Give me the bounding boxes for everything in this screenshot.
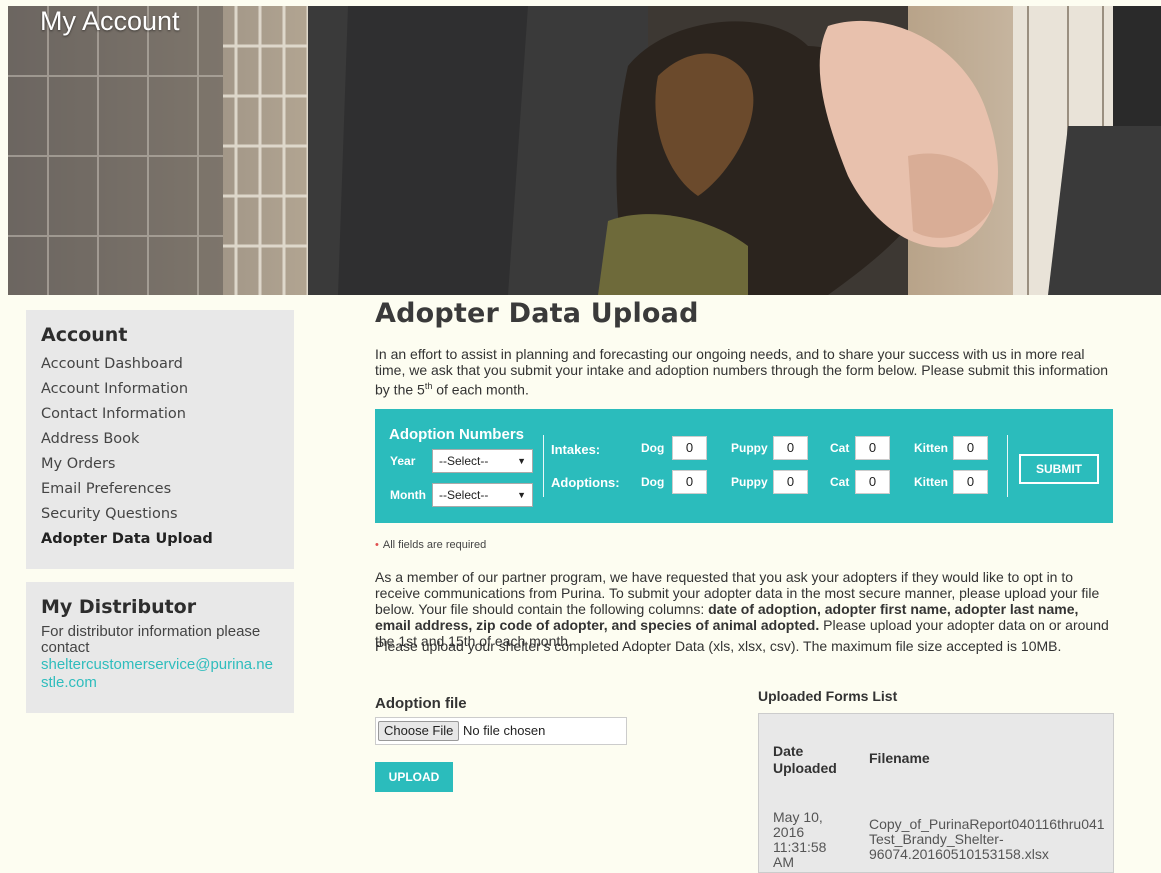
required-note: • All fields are required: [375, 539, 487, 551]
file-status: No file chosen: [463, 723, 546, 738]
distributor-text: For distributor information please conta…: [41, 623, 261, 656]
adoptions-label: Adoptions:: [551, 475, 620, 490]
distributor-heading: My Distributor: [41, 596, 197, 618]
adoptions-puppy-input[interactable]: 0: [773, 470, 808, 494]
distributor-box: My Distributor For distributor informati…: [26, 582, 294, 713]
choose-file-button[interactable]: Choose File: [378, 721, 460, 741]
adoptions-dog-label: Dog: [641, 475, 665, 489]
file-input[interactable]: Choose File No file chosen: [375, 717, 627, 745]
adoptions-dog-input[interactable]: 0: [672, 470, 707, 494]
sidebar-item-security-questions[interactable]: Security Questions: [41, 502, 279, 527]
distributor-email-link[interactable]: sheltercustomerservice@purina.nestle.com: [41, 656, 273, 691]
adoptions-cat-label: Cat: [830, 475, 850, 489]
uploaded-forms-heading: Uploaded Forms List: [758, 688, 898, 704]
account-heading: Account: [41, 324, 128, 346]
hero-title: My Account: [40, 6, 180, 36]
submit-button[interactable]: SUBMIT: [1019, 454, 1099, 484]
adoptions-cat-input[interactable]: 0: [855, 470, 890, 494]
adoption-numbers-form: Adoption Numbers Year --Select-- ▼ Month …: [375, 409, 1113, 523]
account-nav: Account Account Dashboard Account Inform…: [26, 310, 294, 569]
intakes-dog-label: Dog: [641, 441, 665, 455]
required-dot-icon: •: [375, 539, 379, 551]
divider: [1007, 435, 1008, 497]
intakes-dog-input[interactable]: 0: [672, 436, 707, 460]
intakes-cat-input[interactable]: 0: [855, 436, 890, 460]
chevron-down-icon: ▼: [517, 456, 526, 466]
upload-button[interactable]: UPLOAD: [375, 762, 453, 792]
adoption-file-heading: Adoption file: [375, 695, 467, 712]
main-content: Adopter Data Upload In an effort to assi…: [375, 296, 1125, 873]
column-header-date: Date Uploaded: [773, 743, 837, 776]
intakes-puppy-label: Puppy: [731, 441, 768, 455]
intakes-kitten-label: Kitten: [914, 441, 948, 455]
table-row-date: May 10, 2016 11:31:58 AM: [773, 809, 827, 870]
sidebar-item-account-information[interactable]: Account Information: [41, 377, 279, 402]
sidebar-item-contact-information[interactable]: Contact Information: [41, 402, 279, 427]
sidebar-item-email-preferences[interactable]: Email Preferences: [41, 477, 279, 502]
year-select[interactable]: --Select-- ▼: [432, 449, 533, 473]
hero-photo: [8, 6, 1161, 295]
intakes-kitten-input[interactable]: 0: [953, 436, 988, 460]
table-row-filename: Copy_of_PurinaReport040116thru041 Test_B…: [869, 816, 1105, 862]
intakes-label: Intakes:: [551, 442, 601, 457]
sidebar-item-account-dashboard[interactable]: Account Dashboard: [41, 352, 279, 377]
sidebar-item-address-book[interactable]: Address Book: [41, 427, 279, 452]
sidebar-item-my-orders[interactable]: My Orders: [41, 452, 279, 477]
sidebar-item-adopter-data-upload[interactable]: Adopter Data Upload: [41, 527, 279, 552]
uploaded-forms-table: Date Uploaded Filename May 10, 2016 11:3…: [758, 713, 1114, 873]
intakes-puppy-input[interactable]: 0: [773, 436, 808, 460]
page-title: Adopter Data Upload: [375, 298, 699, 329]
adoptions-kitten-label: Kitten: [914, 475, 948, 489]
adoption-numbers-title: Adoption Numbers: [389, 426, 524, 443]
year-label: Year: [390, 454, 416, 468]
column-header-filename: Filename: [869, 750, 930, 766]
intro-text: In an effort to assist in planning and f…: [375, 346, 1109, 398]
intakes-cat-label: Cat: [830, 441, 850, 455]
divider: [543, 435, 544, 497]
adoptions-puppy-label: Puppy: [731, 475, 768, 489]
month-select[interactable]: --Select-- ▼: [432, 483, 533, 507]
adoptions-kitten-input[interactable]: 0: [953, 470, 988, 494]
month-label: Month: [390, 488, 426, 502]
member-text: As a member of our partner program, we h…: [375, 569, 1109, 649]
hero-banner: My Account: [8, 6, 1161, 295]
upload-instructions: Please upload your shelter's completed A…: [375, 638, 1062, 654]
chevron-down-icon: ▼: [517, 490, 526, 500]
